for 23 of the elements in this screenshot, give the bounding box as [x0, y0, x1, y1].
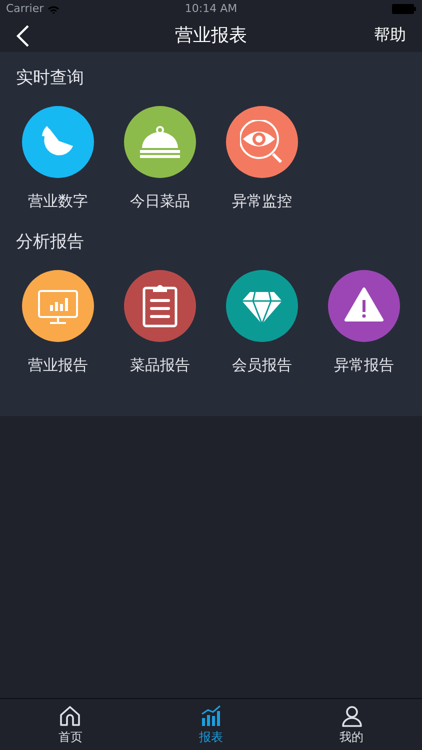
menu-tile[interactable]: 今日菜品 — [124, 106, 196, 212]
battery-icon — [392, 4, 416, 14]
home-icon — [58, 704, 82, 728]
tab[interactable]: 我的 — [281, 699, 422, 750]
menu-tile[interactable]: 菜品报告 — [124, 270, 196, 376]
menu-tile[interactable]: 营业数字 — [22, 106, 94, 212]
carrier-text: Carrier — [6, 1, 44, 17]
person-icon — [340, 704, 364, 728]
bar-chart-icon — [199, 704, 223, 728]
menu-tile[interactable]: 会员报告 — [226, 270, 298, 376]
time-text: 10:14 AM — [184, 1, 238, 17]
menu-tile[interactable]: 营业报告 — [22, 270, 94, 376]
section-title: 实时查询 — [15, 67, 85, 90]
help-button[interactable]: 帮助 — [374, 23, 406, 47]
section-title: 分析报告 — [15, 231, 85, 254]
wifi-icon — [48, 4, 59, 14]
menu-tile[interactable]: 异常监控 — [226, 106, 298, 212]
tab[interactable]: 报表 — [140, 699, 282, 750]
tab[interactable]: 首页 — [0, 699, 141, 750]
page-title: 营业报表 — [175, 24, 247, 48]
back-button[interactable] — [16, 23, 30, 47]
menu-tile[interactable]: 异常报告 — [328, 270, 400, 376]
eye-magnifier-icon — [240, 120, 284, 164]
